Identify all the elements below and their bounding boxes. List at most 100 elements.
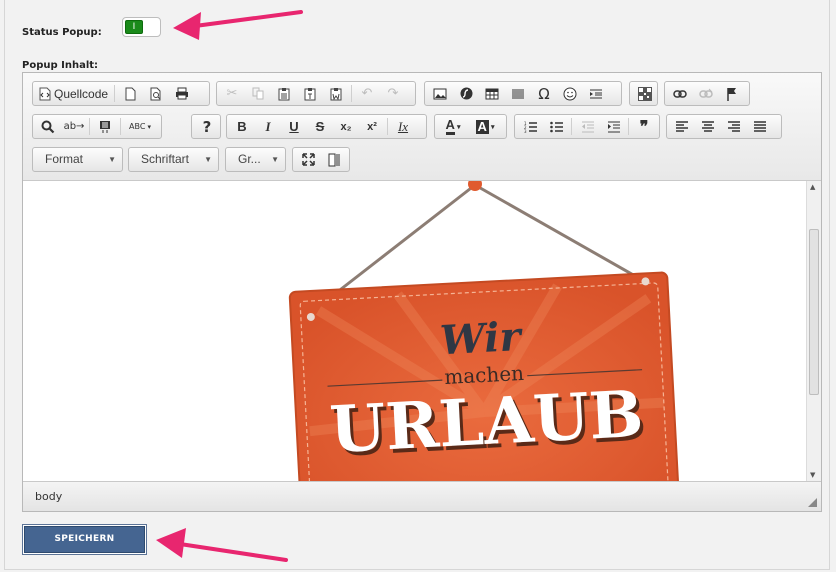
font-select[interactable]: Schriftart ▼ — [128, 147, 219, 172]
scroll-up-icon[interactable]: ▲ — [810, 183, 815, 191]
undo-icon: ↶ — [361, 86, 373, 101]
source-button[interactable]: Quellcode — [35, 83, 112, 104]
toolbar-group-help: ? — [191, 114, 221, 139]
remove-format-button[interactable]: Ix — [390, 116, 416, 137]
toolbar-group-links — [664, 81, 750, 106]
paste-button[interactable] — [271, 83, 297, 104]
numbered-list-icon: 123 — [524, 121, 537, 133]
save-button[interactable]: SPEICHERN — [23, 525, 146, 554]
separator — [387, 118, 388, 135]
unlink-button[interactable] — [693, 83, 719, 104]
indent-button[interactable] — [600, 116, 626, 137]
size-select-label: Gr... — [238, 152, 261, 166]
content-scrollbar[interactable]: ▲ ▼ — [806, 181, 821, 481]
toolbar-group-colors: A ▾ A ▾ — [434, 114, 507, 139]
toolbar-group-basic-styles: B I U S x₂ x² Ix — [226, 114, 427, 139]
undo-button[interactable]: ↶ — [354, 83, 380, 104]
flash-button[interactable] — [453, 83, 479, 104]
bulleted-list-icon — [549, 121, 563, 132]
help-button[interactable]: ? — [194, 116, 220, 137]
cut-icon: ✂ — [226, 86, 238, 101]
toolbar-group-paragraph: 123 ❞ — [514, 114, 660, 139]
editor-content-area[interactable]: Wir machen URLAUB URLAUB — [23, 181, 806, 481]
align-center-icon — [702, 121, 714, 132]
table-button[interactable] — [479, 83, 505, 104]
replace-button[interactable]: ab→ — [61, 116, 87, 137]
format-select[interactable]: Format ▼ — [32, 147, 123, 172]
qr-code-button[interactable] — [632, 83, 658, 104]
separator — [120, 118, 121, 135]
select-all-button[interactable] — [92, 116, 118, 137]
cut-button[interactable]: ✂ — [219, 83, 245, 104]
omega-icon: Ω — [538, 84, 550, 103]
print-icon — [176, 87, 189, 100]
urlaub-sign-image: Wir machen URLAUB URLAUB — [288, 181, 681, 481]
arrow-annotation-icon — [156, 528, 288, 562]
special-char-button[interactable]: Ω — [531, 83, 557, 104]
paste-text-icon — [304, 87, 316, 100]
strikethrough-button[interactable]: S — [307, 116, 333, 137]
show-blocks-button[interactable] — [321, 149, 347, 170]
sign-word-wir: Wir — [439, 313, 525, 364]
bg-color-icon: A — [475, 118, 489, 134]
subscript-button[interactable]: x₂ — [333, 116, 359, 137]
qr-code-icon — [638, 86, 652, 101]
justify-button[interactable] — [747, 116, 773, 137]
blockquote-button[interactable]: ❞ — [631, 116, 657, 137]
help-icon: ? — [202, 117, 212, 136]
find-button[interactable] — [35, 116, 61, 137]
iframe-button[interactable] — [583, 83, 609, 104]
editor-statusbar: body — [23, 481, 821, 511]
strikethrough-icon: S — [315, 119, 325, 134]
paste-word-button[interactable] — [323, 83, 349, 104]
size-select[interactable]: Gr... ▼ — [225, 147, 286, 172]
scroll-down-icon[interactable]: ▼ — [810, 471, 815, 479]
print-button[interactable] — [169, 83, 195, 104]
resize-handle-icon[interactable] — [808, 498, 817, 507]
separator — [114, 85, 116, 102]
unlink-icon — [699, 88, 713, 98]
spellcheck-icon: ABC — [129, 122, 146, 131]
bulleted-list-button[interactable] — [543, 116, 569, 137]
dropdown-caret-icon: ▾ — [147, 122, 151, 131]
separator — [89, 118, 90, 135]
anchor-button[interactable] — [719, 83, 745, 104]
redo-button[interactable]: ↷ — [380, 83, 406, 104]
status-toggle[interactable]: I — [122, 17, 161, 37]
align-right-button[interactable] — [721, 116, 747, 137]
smiley-button[interactable] — [557, 83, 583, 104]
iframe-icon — [590, 89, 602, 98]
source-label: Quellcode — [54, 86, 109, 101]
underline-icon: U — [289, 119, 299, 134]
link-button[interactable] — [667, 83, 693, 104]
bold-icon: B — [237, 119, 247, 134]
text-color-button[interactable]: A ▾ — [437, 116, 469, 137]
underline-button[interactable]: U — [281, 116, 307, 137]
element-path[interactable]: body — [35, 490, 62, 503]
font-select-label: Schriftart — [141, 152, 190, 166]
search-icon — [41, 120, 55, 133]
numbered-list-button[interactable]: 123 — [517, 116, 543, 137]
replace-icon: ab→ — [63, 121, 85, 132]
align-left-icon — [676, 121, 688, 132]
bg-color-button[interactable]: A ▾ — [469, 116, 501, 137]
image-button[interactable] — [427, 83, 453, 104]
scrollbar-thumb[interactable] — [809, 229, 819, 395]
italic-icon: I — [265, 118, 271, 134]
horizontal-line-button[interactable] — [505, 83, 531, 104]
maximize-button[interactable] — [295, 149, 321, 170]
arrow-annotation-icon — [173, 10, 303, 40]
superscript-button[interactable]: x² — [359, 116, 385, 137]
spellcheck-button[interactable]: ABC ▾ — [123, 116, 157, 137]
svg-text:3: 3 — [524, 129, 527, 133]
paste-text-button[interactable] — [297, 83, 323, 104]
bold-button[interactable]: B — [229, 116, 255, 137]
status-popup-label: Status Popup: — [22, 27, 102, 38]
align-center-button[interactable] — [695, 116, 721, 137]
outdent-button[interactable] — [574, 116, 600, 137]
align-left-button[interactable] — [669, 116, 695, 137]
preview-button[interactable] — [143, 83, 169, 104]
copy-button[interactable] — [245, 83, 271, 104]
new-page-button[interactable] — [117, 83, 143, 104]
italic-button[interactable]: I — [255, 116, 281, 137]
